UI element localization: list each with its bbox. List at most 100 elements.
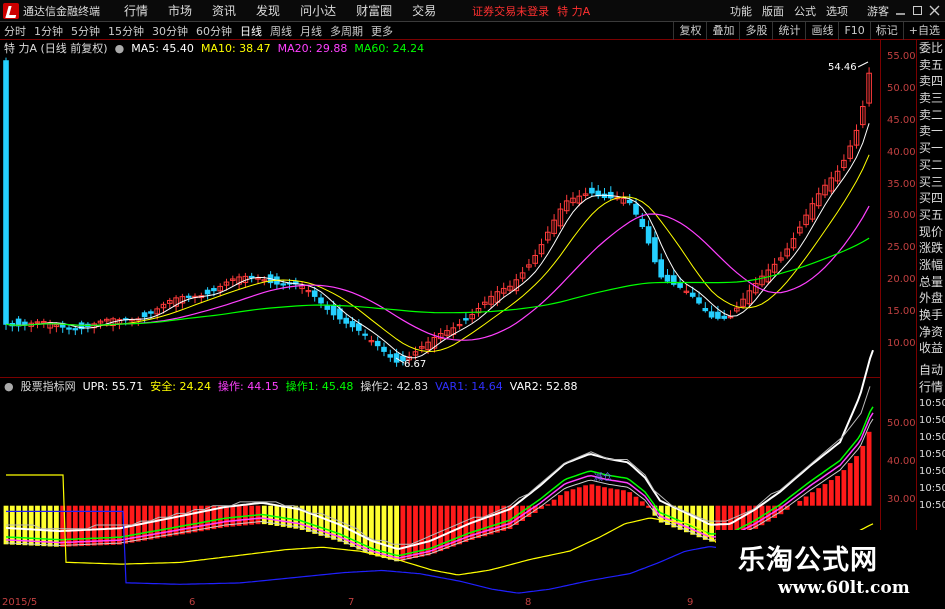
indicator-bar bbox=[576, 487, 582, 506]
indicator-bar bbox=[387, 505, 393, 560]
candle-body bbox=[658, 259, 665, 278]
indicator-bar bbox=[583, 485, 588, 506]
candle-body bbox=[362, 333, 368, 336]
indicator-bar bbox=[633, 496, 639, 506]
candle-body bbox=[715, 311, 721, 319]
indicator-bar bbox=[614, 489, 620, 506]
indicator-bar bbox=[854, 456, 859, 506]
sell-signal-label: 减仓 bbox=[594, 471, 612, 483]
ma60-line bbox=[5, 237, 870, 327]
indicator-tick-label: 30.00 bbox=[887, 494, 916, 505]
candle-body bbox=[721, 315, 728, 319]
candle-body bbox=[66, 327, 72, 330]
indicator-tick-label: 50.00 bbox=[887, 418, 916, 429]
side-change-pct: 涨幅 bbox=[919, 257, 944, 272]
side-buy4: 买四 bbox=[919, 191, 944, 206]
side-sell5: 卖五 bbox=[919, 57, 944, 72]
tick-time: 10:50 bbox=[919, 483, 945, 495]
candle-body bbox=[702, 308, 709, 312]
candle-body bbox=[463, 318, 469, 321]
candle-body bbox=[689, 292, 696, 297]
indicator-bar bbox=[287, 505, 292, 528]
candle-body bbox=[664, 274, 671, 282]
candle-body bbox=[72, 328, 79, 331]
candle-body bbox=[677, 283, 683, 288]
side-sell1: 卖一 bbox=[919, 124, 944, 139]
price-tick-label: 40.00 bbox=[887, 147, 916, 158]
date-tick-label: 7 bbox=[348, 597, 355, 608]
indicator-bar bbox=[413, 505, 418, 558]
candle-body bbox=[381, 346, 387, 352]
candle-body bbox=[22, 321, 28, 326]
side-turnover: 换手 bbox=[919, 308, 944, 322]
candle-body bbox=[639, 218, 646, 227]
candle-body bbox=[589, 187, 595, 194]
candle-body bbox=[645, 226, 652, 244]
candle-body bbox=[324, 305, 331, 310]
indicator-bar bbox=[835, 475, 840, 506]
price-tick-label: 20.00 bbox=[887, 274, 916, 285]
quote-side-panel: 委比 卖五 卖四 卖三 卖二 卖一 买一 买二 买三 买四 买五 现价 涨跌 涨… bbox=[917, 40, 945, 514]
side-outer: 外盘 bbox=[919, 291, 944, 306]
side-price: 现价 bbox=[919, 224, 944, 239]
indicator-bar bbox=[866, 431, 872, 506]
indicator-tick-label: 40.00 bbox=[887, 456, 916, 467]
price-tick-label: 25.00 bbox=[887, 242, 916, 253]
tick-time: 10:50 bbox=[919, 466, 945, 478]
side-change: 涨跌 bbox=[919, 241, 944, 256]
indicator-bar bbox=[186, 505, 192, 534]
maximize-icon[interactable] bbox=[912, 5, 923, 16]
indicator-bar bbox=[224, 505, 229, 528]
indicator-bar bbox=[608, 488, 614, 506]
minimize-icon[interactable] bbox=[895, 5, 906, 16]
side-auto[interactable]: 自动 bbox=[917, 362, 945, 379]
axis-separator bbox=[880, 40, 881, 609]
indicator-bar bbox=[828, 480, 834, 506]
candle-body bbox=[3, 60, 9, 325]
candle-body bbox=[387, 354, 394, 358]
close-icon[interactable] bbox=[929, 5, 940, 16]
indicator-bar bbox=[847, 463, 853, 506]
candle-body bbox=[318, 297, 324, 304]
high-price-label: 54.46 bbox=[828, 62, 857, 73]
indicator-bar bbox=[280, 505, 286, 527]
indicator-bar bbox=[589, 484, 595, 506]
candle-body bbox=[652, 237, 658, 263]
date-tick-label: 9 bbox=[687, 597, 694, 608]
price-tick-label: 15.00 bbox=[887, 306, 916, 317]
indicator-bar bbox=[627, 492, 633, 506]
add-watchlist-button[interactable]: +自选 bbox=[902, 22, 945, 40]
price-tick-label: 50.00 bbox=[887, 83, 916, 94]
side-sell3: 卖三 bbox=[919, 91, 944, 106]
indicator-bar bbox=[558, 495, 563, 506]
price-tick-label: 55.00 bbox=[887, 51, 916, 62]
candle-body bbox=[633, 203, 639, 215]
candle-body bbox=[708, 311, 715, 318]
date-tick-label: 2015/5 bbox=[2, 597, 38, 608]
side-quote[interactable]: 行情 bbox=[917, 379, 945, 396]
kline-chart[interactable]: 54.46 6.67 减仓 bbox=[0, 0, 880, 597]
side-volume: 总量 bbox=[919, 274, 944, 289]
ma20-line bbox=[5, 205, 870, 341]
date-tick-label: 8 bbox=[525, 597, 532, 608]
watermark-title: 乐淘公式网 bbox=[738, 545, 878, 576]
indicator-bar bbox=[803, 496, 809, 506]
price-tick-label: 10.00 bbox=[887, 338, 916, 349]
indicator-bar bbox=[602, 487, 607, 506]
indicator-bar bbox=[797, 500, 803, 506]
candle-body bbox=[204, 289, 211, 295]
indicator-bar bbox=[551, 499, 557, 506]
side-sell4: 卖四 bbox=[919, 74, 944, 89]
indicator-bar bbox=[822, 484, 828, 506]
candle-body bbox=[349, 321, 356, 328]
indicator-bar bbox=[406, 505, 412, 560]
indicator-bar bbox=[860, 445, 866, 506]
indicator-bar bbox=[810, 492, 815, 506]
watermark-url: www.60lt.com bbox=[778, 578, 910, 598]
candle-body bbox=[356, 323, 362, 331]
side-net-asset: 净资 bbox=[919, 324, 944, 339]
indicator-bar bbox=[394, 505, 399, 562]
side-buy3: 买三 bbox=[919, 174, 944, 189]
var2-line bbox=[6, 386, 871, 545]
price-tick-label: 30.00 bbox=[887, 210, 916, 221]
